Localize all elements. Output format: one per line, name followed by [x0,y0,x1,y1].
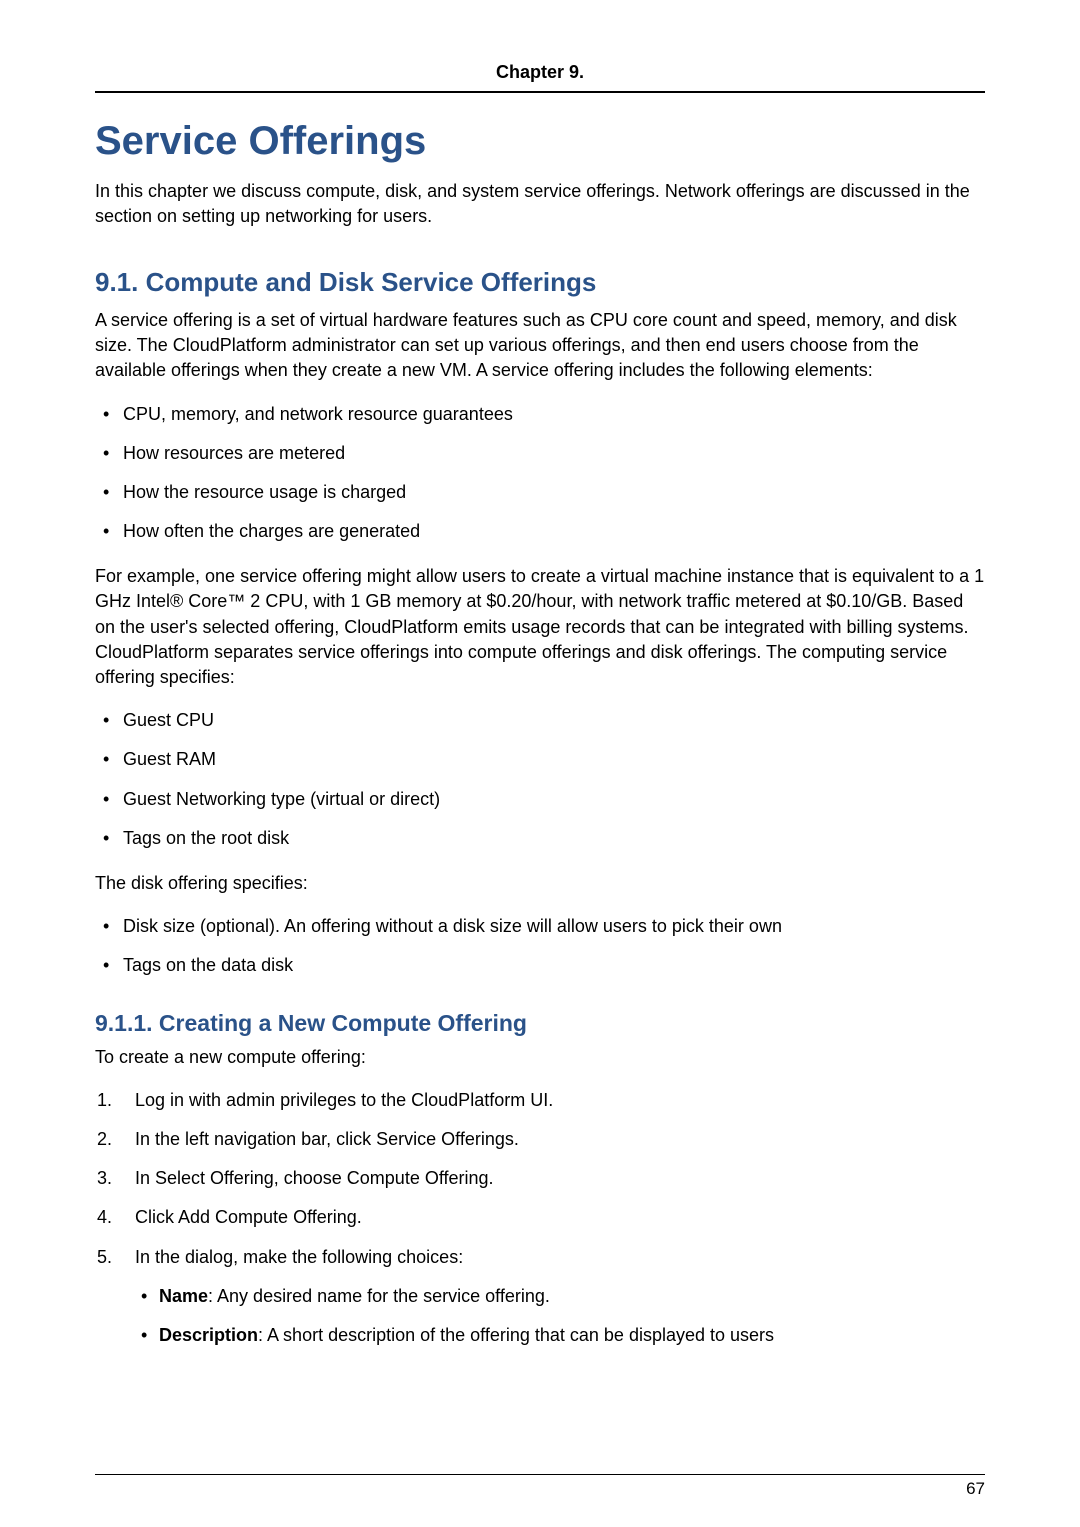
step-item: Click Add Compute Offering. [95,1205,985,1230]
step-item: In Select Offering, choose Compute Offer… [95,1166,985,1191]
sub-item: Name: Any desired name for the service o… [135,1284,985,1309]
list-item: Disk size (optional). An offering withou… [95,914,985,939]
intro-paragraph: In this chapter we discuss compute, disk… [95,179,985,229]
field-name-label: Name [159,1286,208,1306]
list-item: How often the charges are generated [95,519,985,544]
step-5-text: In the dialog, make the following choice… [135,1247,463,1267]
field-description-text: : A short description of the offering th… [258,1325,774,1345]
section-9-1-p2: For example, one service offering might … [95,564,985,690]
section-9-1-1-heading: 9.1.1. Creating a New Compute Offering [95,1007,985,1039]
list-item: Tags on the root disk [95,826,985,851]
list-item: CPU, memory, and network resource guaran… [95,402,985,427]
steps-list: Log in with admin privileges to the Clou… [95,1088,985,1348]
list-item: Guest RAM [95,747,985,772]
section-9-1-1-p1: To create a new compute offering: [95,1045,985,1070]
section-9-1-p3: The disk offering specifies: [95,871,985,896]
elements-list: CPU, memory, and network resource guaran… [95,402,985,545]
section-9-1-heading: 9.1. Compute and Disk Service Offerings [95,264,985,300]
step-item: In the dialog, make the following choice… [95,1245,985,1349]
list-item: Guest CPU [95,708,985,733]
list-item: How resources are metered [95,441,985,466]
step-item: Log in with admin privileges to the Clou… [95,1088,985,1113]
field-name-text: : Any desired name for the service offer… [208,1286,550,1306]
list-item: Tags on the data disk [95,953,985,978]
page-number: 67 [966,1477,985,1501]
disk-offering-list: Disk size (optional). An offering withou… [95,914,985,978]
compute-offering-list: Guest CPU Guest RAM Guest Networking typ… [95,708,985,851]
list-item: Guest Networking type (virtual or direct… [95,787,985,812]
list-item: How the resource usage is charged [95,480,985,505]
dialog-choices-list: Name: Any desired name for the service o… [135,1284,985,1348]
sub-item: Description: A short description of the … [135,1323,985,1348]
footer-rule [95,1474,985,1475]
step-item: In the left navigation bar, click Servic… [95,1127,985,1152]
chapter-header: Chapter 9. [95,60,985,93]
section-9-1-p1: A service offering is a set of virtual h… [95,308,985,384]
field-description-label: Description [159,1325,258,1345]
page-title: Service Offerings [95,113,985,169]
